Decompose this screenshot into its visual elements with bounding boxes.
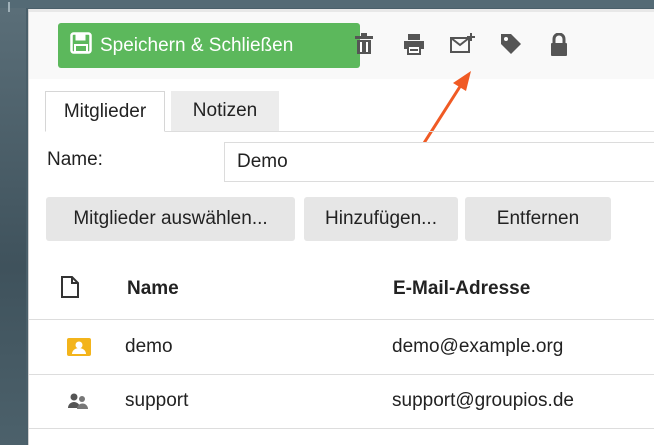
save-and-close-label: Speichern & Schließen (100, 34, 294, 56)
add-button[interactable]: Hinzufügen... (304, 197, 458, 241)
member-name: demo (125, 336, 173, 357)
distribution-list-dialog: Speichern & Schließen Mitglieder Notizen… (28, 9, 654, 445)
toolbar: Speichern & Schließen (29, 9, 654, 79)
name-input[interactable]: Demo (224, 142, 654, 182)
lock-icon[interactable] (549, 33, 569, 57)
table-row[interactable]: support support@groupios.de (29, 374, 654, 429)
print-icon[interactable] (403, 33, 425, 55)
name-label: Name: (47, 149, 103, 170)
trash-icon[interactable] (354, 33, 374, 55)
table-header: Name E-Mail-Adresse (29, 261, 654, 320)
tab-bar: Mitglieder Notizen (45, 91, 654, 132)
remove-button[interactable]: Entfernen (465, 197, 611, 241)
background-left (0, 0, 26, 445)
background-top (0, 0, 654, 8)
group-icon (67, 392, 89, 415)
column-header-name[interactable]: Name (127, 278, 179, 300)
member-email: demo@example.org (392, 336, 564, 357)
tab-notes[interactable]: Notizen (171, 91, 279, 131)
background-mark (8, 2, 10, 12)
member-email: support@groupios.de (392, 390, 574, 411)
contact-card-icon (67, 338, 91, 361)
floppy-disk-icon (70, 31, 92, 60)
tag-icon[interactable] (500, 33, 522, 55)
toolbar-divider (29, 9, 654, 12)
select-members-button[interactable]: Mitglieder auswählen... (46, 197, 295, 241)
table-row[interactable]: demo demo@example.org (29, 320, 654, 375)
tab-members[interactable]: Mitglieder (45, 91, 165, 132)
mail-add-icon[interactable] (450, 33, 476, 55)
save-and-close-button[interactable]: Speichern & Schließen (58, 23, 360, 68)
document-icon (61, 276, 79, 303)
column-header-email[interactable]: E-Mail-Adresse (393, 278, 530, 300)
member-name: support (125, 390, 189, 411)
